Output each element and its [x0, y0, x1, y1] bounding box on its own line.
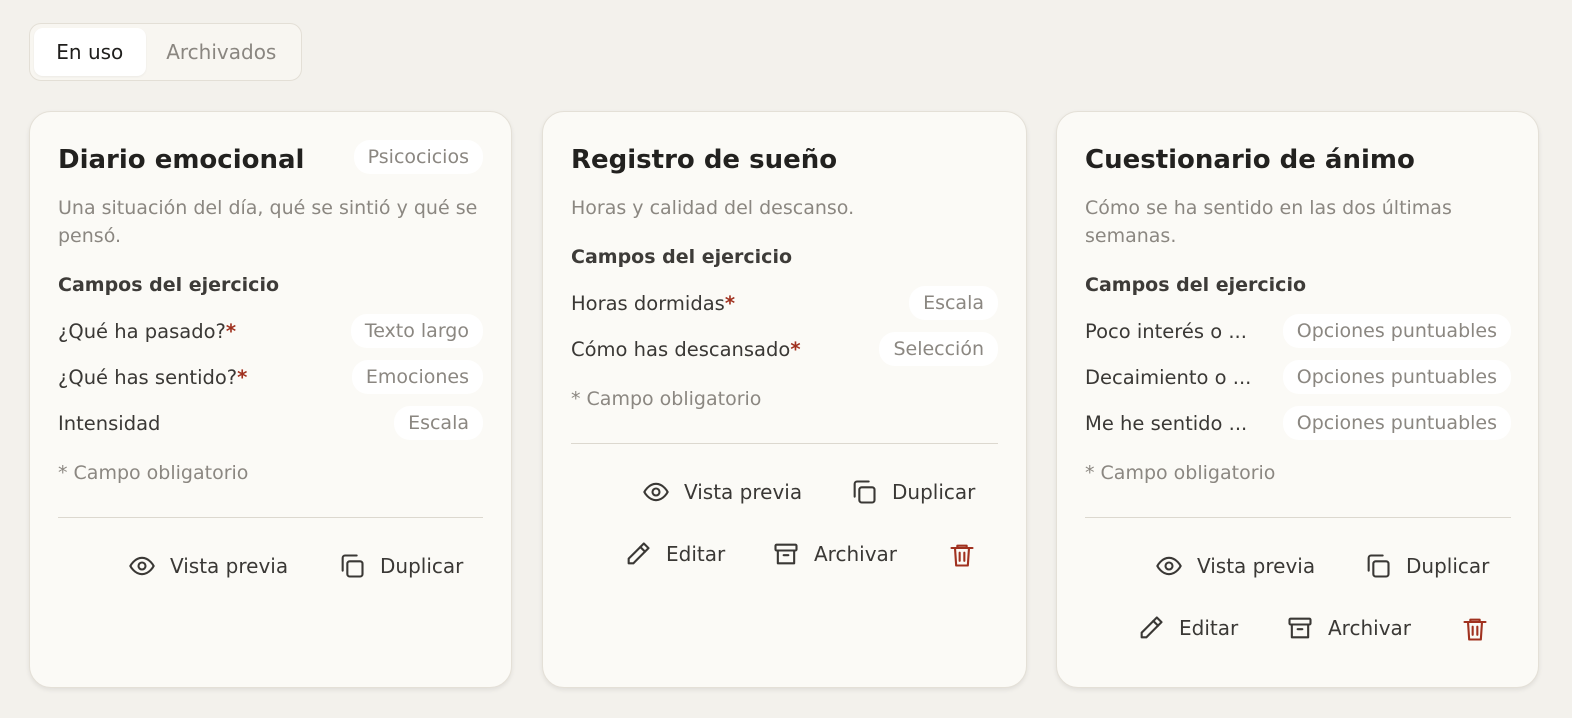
field-type-badge: Texto largo	[350, 314, 483, 348]
field-row: Decaimiento o ... Opciones puntuables	[1085, 360, 1511, 394]
card-title: Cuestionario de ánimo	[1085, 145, 1415, 175]
eye-icon	[1156, 556, 1182, 576]
edit-label: Editar	[666, 542, 726, 566]
delete-button[interactable]	[948, 541, 976, 573]
trash-icon	[950, 544, 974, 567]
divider	[571, 443, 998, 444]
field-name: Decaimiento o ...	[1085, 365, 1252, 389]
required-note: * Campo obligatorio	[1085, 462, 1276, 484]
required-note: * Campo obligatorio	[571, 388, 762, 410]
archive-label: Archivar	[814, 542, 898, 566]
copy-icon	[853, 480, 876, 504]
field-row: ¿Qué has sentido?* Emociones	[58, 360, 483, 394]
copy-icon	[1367, 554, 1390, 578]
edit-button[interactable]: Editar	[1137, 614, 1238, 642]
divider	[1085, 517, 1511, 518]
field-type-badge: Opciones puntuables	[1282, 360, 1511, 394]
field-name: ¿Qué ha pasado?*	[58, 319, 237, 343]
field-row: Cómo has descansado* Selección	[571, 332, 998, 366]
field-name: Horas dormidas*	[571, 291, 736, 315]
required-marker: *	[790, 337, 801, 361]
preview-label: Vista previa	[170, 554, 289, 578]
card-description: Cómo se ha sentido en las dos últimas se…	[1085, 197, 1452, 247]
fields-label: Campos del ejercicio	[1085, 274, 1307, 296]
duplicate-button[interactable]: Duplicar	[850, 478, 975, 506]
card-description: Horas y calidad del descanso.	[571, 197, 855, 219]
archive-label: Archivar	[1328, 616, 1412, 640]
trash-icon	[1463, 618, 1487, 641]
archive-button[interactable]: Archivar	[772, 540, 897, 568]
field-type-badge: Opciones puntuables	[1282, 314, 1511, 348]
eye-icon	[129, 556, 155, 576]
field-type-badge: Opciones puntuables	[1282, 406, 1511, 440]
required-note: * Campo obligatorio	[58, 462, 249, 484]
archive-button[interactable]: Archivar	[1286, 614, 1411, 642]
duplicate-label: Duplicar	[892, 480, 976, 504]
delete-button[interactable]	[1461, 615, 1489, 647]
preview-button[interactable]: Vista previa	[1155, 552, 1315, 580]
duplicate-label: Duplicar	[1406, 554, 1490, 578]
exercise-card-registro-sueno: Registro de sueño Horas y calidad del de…	[542, 111, 1027, 688]
archive-icon	[1288, 617, 1312, 639]
field-row: Horas dormidas* Escala	[571, 286, 998, 320]
field-row: Poco interés o ... Opciones puntuables	[1085, 314, 1511, 348]
tab-en-uso[interactable]: En uso	[34, 28, 146, 76]
field-type-badge: Escala	[909, 286, 998, 320]
card-description: Una situación del día, qué se sintió y q…	[58, 197, 478, 247]
exercise-card-cuestionario-animo: Cuestionario de ánimo Cómo se ha sentido…	[1056, 111, 1539, 688]
field-name: ¿Qué has sentido?*	[58, 365, 248, 389]
field-name: Intensidad	[58, 411, 161, 435]
card-title: Registro de sueño	[571, 145, 838, 175]
field-row: Me he sentido ... Opciones puntuables	[1085, 406, 1511, 440]
preview-button[interactable]: Vista previa	[128, 552, 288, 580]
required-marker: *	[724, 291, 736, 315]
fields-label: Campos del ejercicio	[58, 274, 280, 296]
archive-icon	[774, 543, 798, 565]
field-type-badge: Emociones	[351, 360, 483, 394]
duplicate-button[interactable]: Duplicar	[338, 552, 463, 580]
status-tabs: En uso Archivados	[29, 23, 302, 81]
duplicate-button[interactable]: Duplicar	[1364, 552, 1489, 580]
field-name: Me he sentido ...	[1085, 411, 1248, 435]
tab-archivados[interactable]: Archivados	[146, 28, 297, 76]
duplicate-label: Duplicar	[380, 554, 464, 578]
field-row: ¿Qué ha pasado?* Texto largo	[58, 314, 483, 348]
preview-label: Vista previa	[684, 480, 803, 504]
field-type-badge: Selección	[879, 332, 998, 366]
field-row: Intensidad Escala	[58, 406, 483, 440]
copy-icon	[341, 554, 364, 578]
category-badge: Psicocicios	[353, 140, 483, 174]
field-name: Poco interés o ...	[1085, 319, 1247, 343]
field-type-badge: Escala	[394, 406, 483, 440]
required-marker: *	[237, 365, 248, 389]
exercise-card-diario-emocional: Diario emocional Psicocicios Una situaci…	[29, 111, 512, 688]
preview-button[interactable]: Vista previa	[642, 478, 802, 506]
fields-label: Campos del ejercicio	[571, 246, 793, 268]
divider	[58, 517, 483, 518]
card-title: Diario emocional	[58, 145, 305, 175]
preview-label: Vista previa	[1197, 554, 1316, 578]
edit-button[interactable]: Editar	[624, 540, 725, 568]
eye-icon	[643, 482, 669, 502]
required-marker: *	[225, 319, 237, 343]
pencil-icon	[1140, 616, 1163, 639]
edit-label: Editar	[1179, 616, 1239, 640]
pencil-icon	[627, 542, 650, 565]
field-name: Cómo has descansado*	[571, 337, 801, 361]
